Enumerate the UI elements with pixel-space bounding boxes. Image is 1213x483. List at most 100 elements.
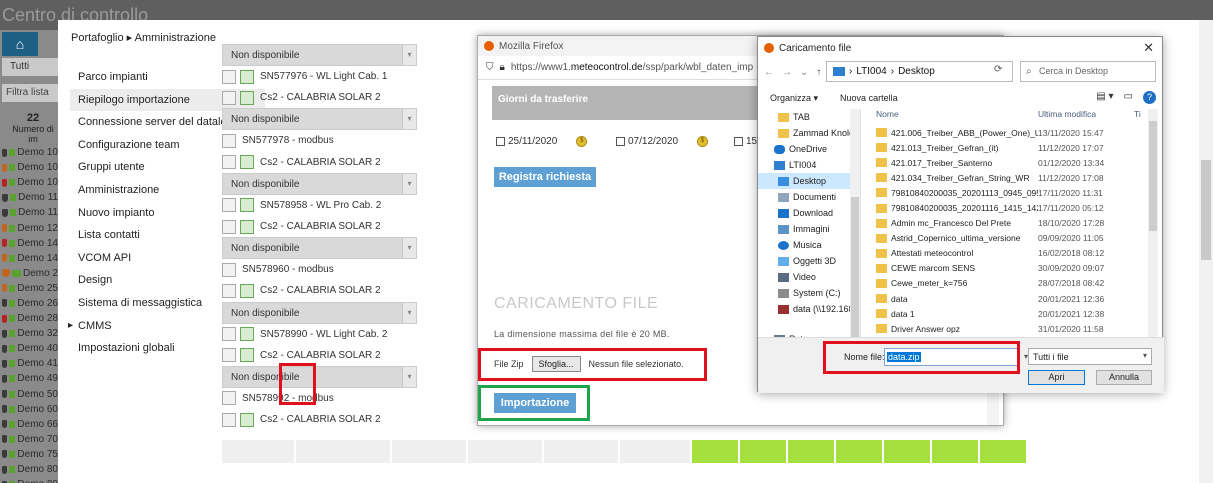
path-segment[interactable]: Desktop <box>898 66 935 77</box>
file-list-scrollbar[interactable] <box>1148 109 1158 339</box>
comment-icon[interactable] <box>222 412 236 427</box>
up-arrow-icon[interactable]: ↑ <box>816 67 821 78</box>
plant-list-item[interactable]: Demo 14 <box>2 251 58 266</box>
date-checkbox[interactable]: 07/12/2020 $ <box>616 136 709 147</box>
chevron-down-icon[interactable]: ⌄ <box>800 67 808 78</box>
tree-scrollbar-thumb[interactable] <box>851 197 859 347</box>
plant-list-item[interactable]: Demo 11 <box>2 190 58 205</box>
path-bar[interactable]: › LTI004 › Desktop <box>826 61 1013 82</box>
file-row[interactable]: 79810840200035_20201113_0945_0950.xml17/… <box>866 185 1162 200</box>
plant-list-item[interactable]: Demo 66 <box>2 417 58 432</box>
import-icon[interactable] <box>240 155 254 170</box>
file-row[interactable]: Attestati meteocontrol 16/02/2018 08:12 <box>866 246 1162 261</box>
search-icon[interactable] <box>222 198 236 213</box>
comment-icon[interactable] <box>222 219 236 234</box>
import-icon[interactable] <box>240 283 254 298</box>
plant-list-item[interactable]: Demo 70 <box>2 432 58 447</box>
availability-select[interactable]: Non disponibile ▾ <box>222 301 417 324</box>
search-icon[interactable] <box>222 262 236 277</box>
home-icon[interactable]: ⌂ <box>2 32 38 56</box>
new-folder-button[interactable]: Nuova cartella <box>840 93 898 103</box>
search-icon[interactable] <box>222 133 236 148</box>
import-icon[interactable] <box>240 412 254 427</box>
plant-list-item[interactable]: Demo 10 <box>2 160 58 175</box>
close-icon[interactable]: ✕ <box>1143 40 1154 56</box>
tree-item[interactable]: Download <box>758 205 860 221</box>
breadcrumb-root[interactable]: Portafoglio <box>71 32 124 44</box>
plant-list-item[interactable]: Demo 89 <box>2 477 58 483</box>
plant-list-item[interactable]: Demo 10 <box>2 175 58 190</box>
tree-item[interactable]: Zammad Knoled <box>758 125 860 141</box>
help-icon[interactable]: ? <box>1143 91 1156 104</box>
tree-item[interactable]: Musica <box>758 237 860 253</box>
plant-list-item[interactable]: Demo 75 <box>2 447 58 462</box>
tree-item[interactable]: Documenti <box>758 189 860 205</box>
tree-item[interactable]: OneDrive <box>758 141 860 157</box>
lock-icon[interactable]: 🔒︎ <box>500 62 505 73</box>
import-icon[interactable] <box>240 198 254 213</box>
availability-select[interactable]: Non disponibile ▾ <box>222 365 417 388</box>
file-row[interactable]: Astrid_Copernico_ultima_versione 09/09/20… <box>866 231 1162 246</box>
organize-button[interactable]: Organizza ▾ <box>770 93 818 104</box>
date-checkbox[interactable]: 25/11/2020 $ <box>496 136 588 147</box>
tree-item[interactable]: Oggetti 3D <box>758 253 860 269</box>
back-arrow-icon[interactable]: ← <box>764 67 774 78</box>
availability-select[interactable]: Non disponibile ▾ <box>222 172 417 195</box>
import-icon[interactable] <box>240 327 254 342</box>
tree-item[interactable]: Video <box>758 269 860 285</box>
file-row[interactable]: data 20/01/2021 12:36 <box>866 291 1162 306</box>
plant-list-item[interactable]: Demo 11 <box>2 205 58 220</box>
filetype-select[interactable]: Tutti i file ▾ <box>1028 348 1152 365</box>
file-row[interactable]: data 1 20/01/2021 12:38 <box>866 306 1162 321</box>
column-type[interactable]: Ti <box>1134 109 1141 125</box>
search-icon[interactable] <box>222 391 236 406</box>
tree-item[interactable]: Desktop <box>758 173 860 189</box>
comment-icon[interactable] <box>222 90 236 105</box>
plant-list-item[interactable]: Demo 2 <box>2 266 58 281</box>
search-input[interactable]: ⌕ Cerca in Desktop <box>1020 61 1156 82</box>
url-text[interactable]: https://www1.meteocontrol.de/ssp/park/wb… <box>511 62 753 73</box>
tree-item[interactable]: LTI004 <box>758 157 860 173</box>
browse-button[interactable]: Sfoglia... <box>531 356 581 372</box>
plant-filter-input[interactable]: Filtra lista <box>2 84 58 102</box>
availability-select[interactable]: Non disponibile ▾ <box>222 108 417 131</box>
panel-scrollbar[interactable] <box>1199 20 1213 483</box>
comment-icon[interactable] <box>222 348 236 363</box>
tree-scrollbar[interactable] <box>850 109 860 351</box>
tree-item[interactable]: System (C:) <box>758 285 860 301</box>
checkbox-box[interactable] <box>496 137 505 146</box>
availability-select[interactable]: Non disponibile ▾ <box>222 44 417 66</box>
path-segment[interactable]: LTI004 <box>856 66 886 77</box>
availability-select[interactable]: Non disponibile ▾ <box>222 237 417 260</box>
file-row[interactable]: 421.017_Treiber_Santerno 01/12/2020 13:34 <box>866 155 1162 170</box>
file-row[interactable]: 421.006_Treiber_ABB_(Power_One)_ULTRA...… <box>866 125 1162 140</box>
tree-item[interactable]: TAB <box>758 109 860 125</box>
plant-list-item[interactable]: Demo 32 <box>2 326 58 341</box>
plant-list-item[interactable]: Demo 49 <box>2 371 58 386</box>
import-icon[interactable] <box>240 348 254 363</box>
plant-list-item[interactable]: Demo 80 <box>2 462 58 477</box>
file-row[interactable]: Driver Answer opz 31/01/2020 11:58 <box>866 321 1162 336</box>
checkbox-box[interactable] <box>616 137 625 146</box>
file-row[interactable]: 421.034_Treiber_Gefran_String_WR 11/12/20… <box>866 170 1162 185</box>
import-button[interactable]: Importazione <box>494 393 576 413</box>
file-row[interactable]: Admin mc_Francesco Del Prete 18/10/2020 1… <box>866 216 1162 231</box>
column-name[interactable]: Nome <box>866 109 1038 125</box>
import-icon[interactable] <box>240 219 254 234</box>
plant-list-item[interactable]: Demo 14 <box>2 236 58 251</box>
shield-icon[interactable]: ⛉ <box>486 62 494 73</box>
filename-input[interactable]: data.zip <box>884 348 1018 366</box>
search-icon[interactable] <box>222 69 236 84</box>
plant-list-item[interactable]: Demo 12 <box>2 220 58 235</box>
comment-icon[interactable] <box>222 283 236 298</box>
comment-icon[interactable] <box>222 155 236 170</box>
refresh-icon[interactable]: ⟳ <box>994 64 1002 75</box>
plant-list-item[interactable]: Demo 60 <box>2 402 58 417</box>
plant-filter-select[interactable]: Tutti <box>2 58 58 76</box>
plant-list-item[interactable]: Demo 50 <box>2 387 58 402</box>
search-icon[interactable] <box>222 327 236 342</box>
file-row[interactable]: Cewe_meter_k=756 28/07/2018 08:42 <box>866 276 1162 291</box>
file-row[interactable]: 421.013_Treiber_Gefran_(it) 11/12/2020 17… <box>866 140 1162 155</box>
tree-item[interactable]: Immagini <box>758 221 860 237</box>
plant-list-item[interactable]: Demo 40 <box>2 341 58 356</box>
